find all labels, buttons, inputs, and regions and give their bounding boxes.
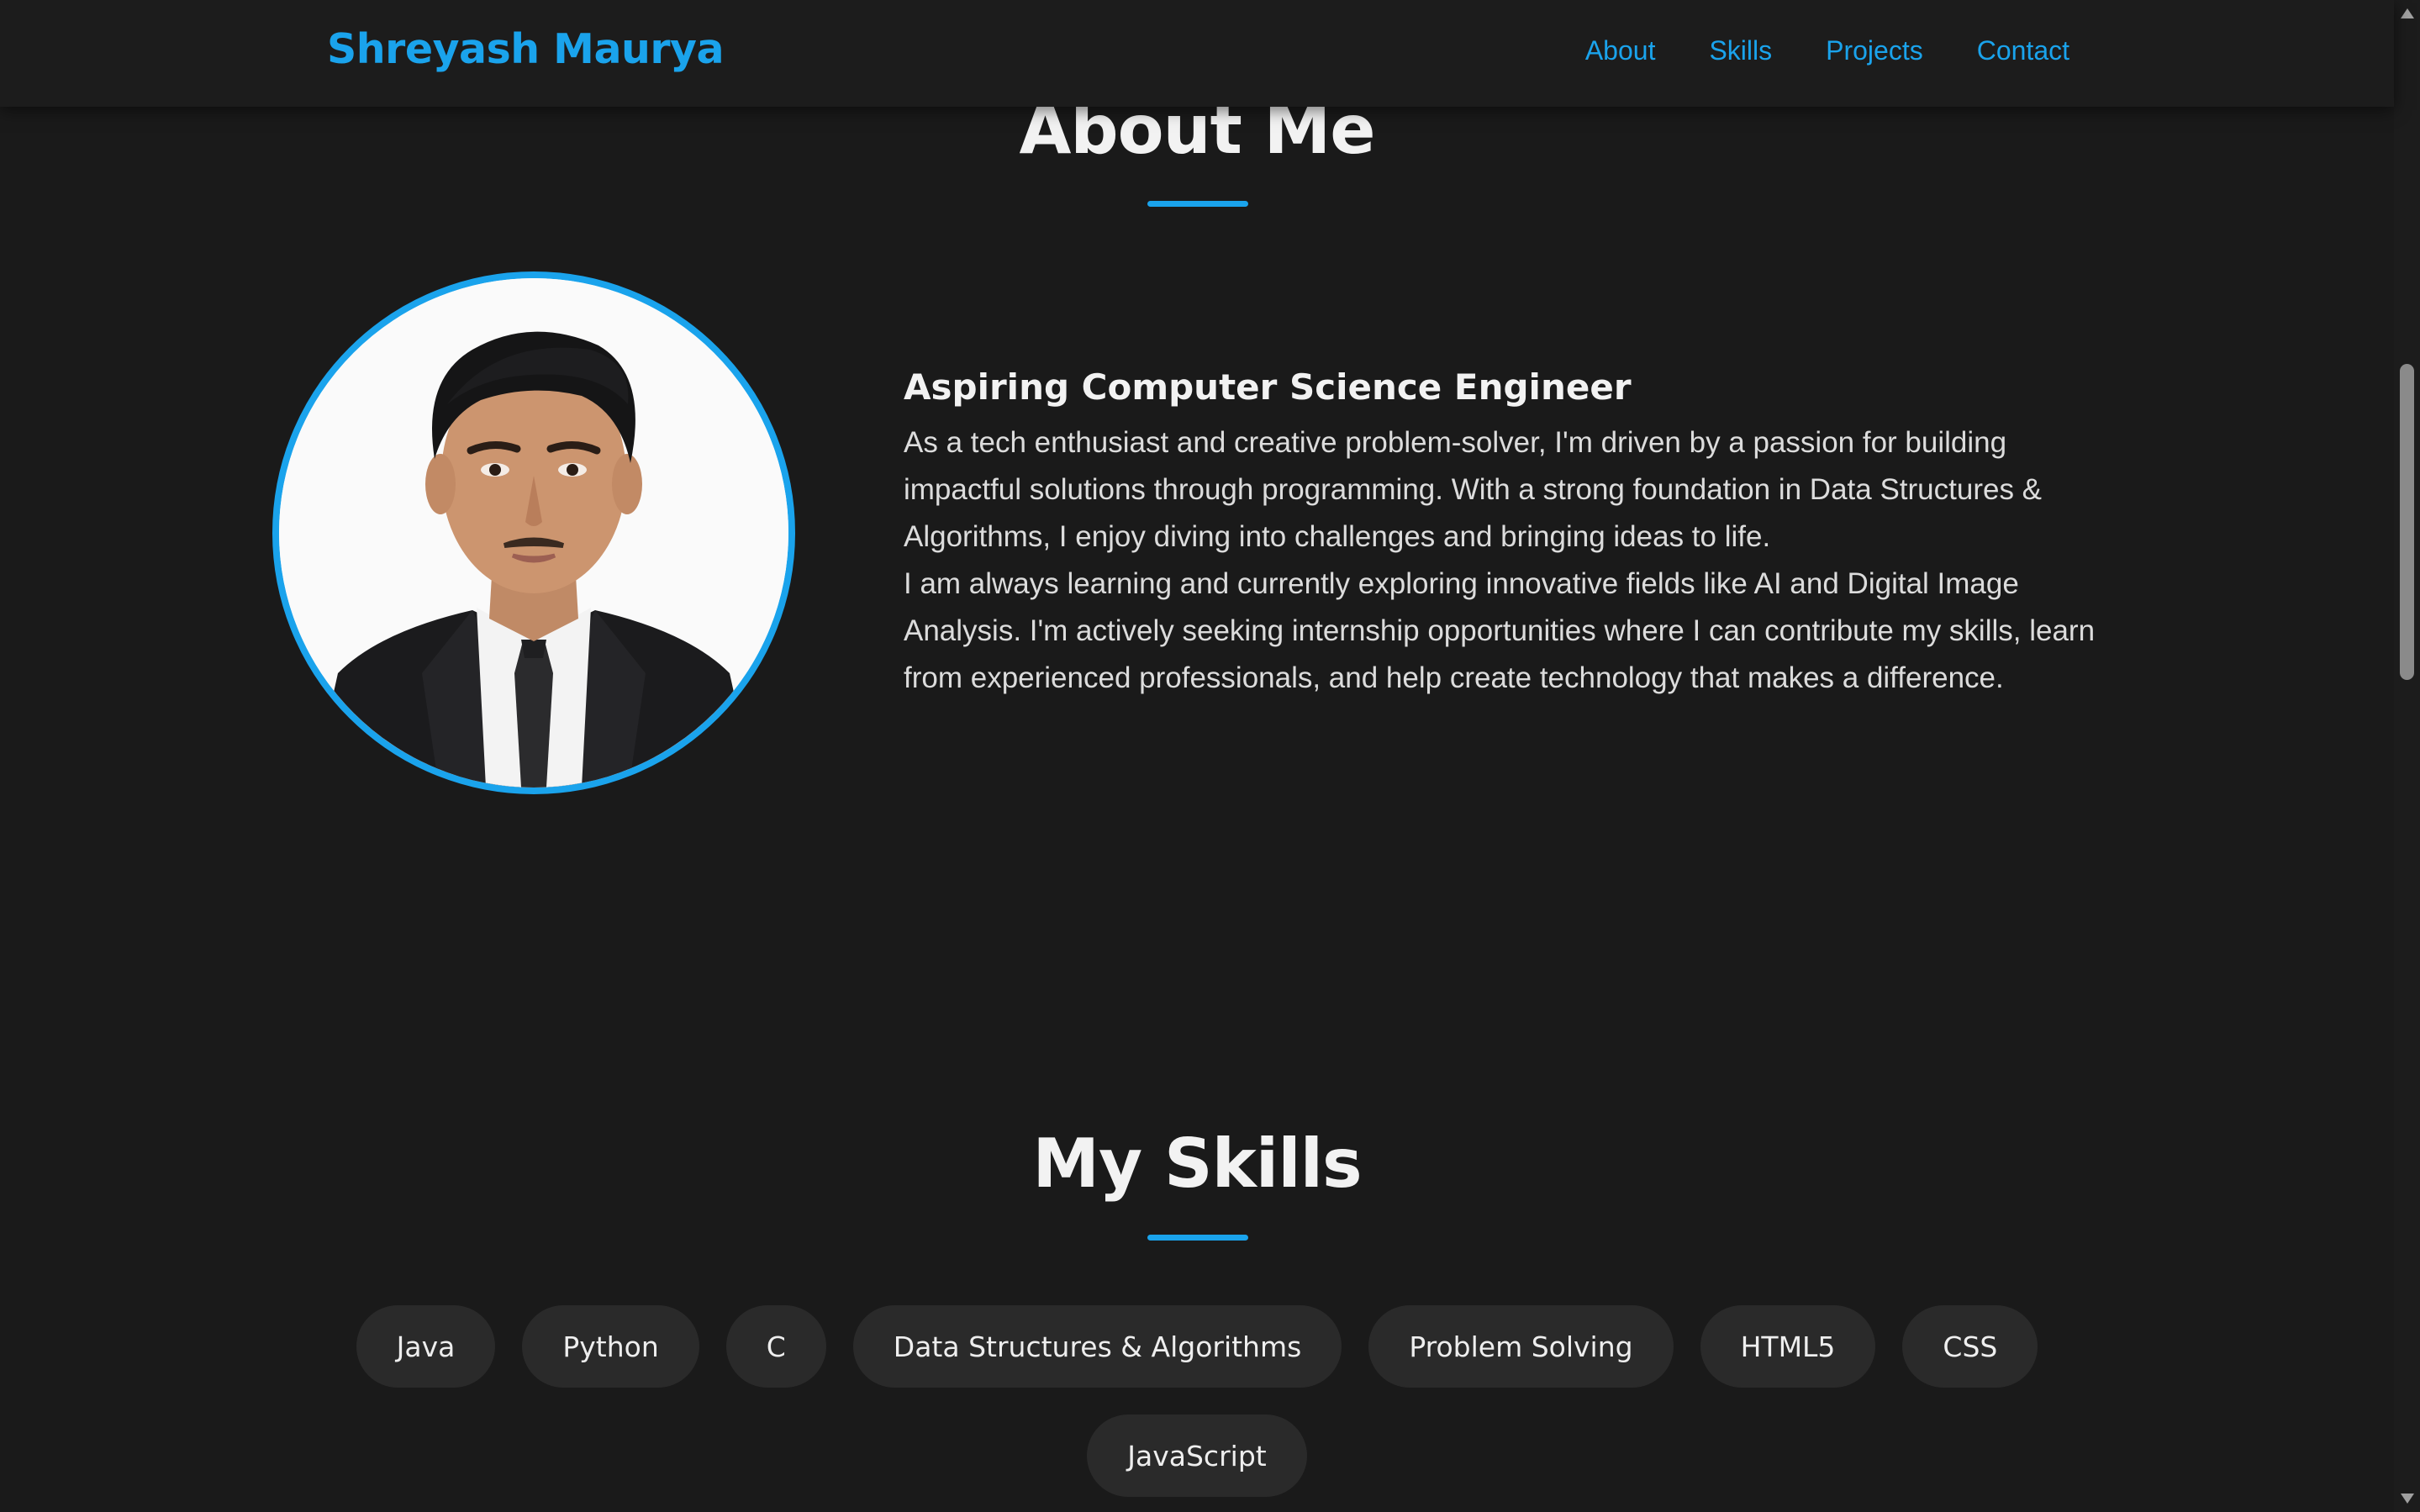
profile-photo [272, 271, 795, 794]
skill-pill-python: Python [522, 1305, 699, 1388]
top-navbar: Shreyash Maurya About Skills Projects Co… [0, 0, 2394, 107]
skill-pill-c: C [725, 1305, 826, 1388]
nav-link-contact[interactable]: Contact [1977, 35, 2069, 66]
skill-pill-css: CSS [1902, 1305, 2038, 1388]
nav-link-skills[interactable]: Skills [1709, 35, 1772, 66]
scroll-up-arrow-icon[interactable] [2401, 8, 2414, 18]
skills-section-title: My Skills [1032, 1125, 1362, 1203]
about-paragraph-1: As a tech enthusiast and creative proble… [904, 425, 2043, 553]
skill-pill-dsa: Data Structures & Algorithms [852, 1305, 1342, 1388]
nav-link-about[interactable]: About [1585, 35, 1656, 66]
about-paragraph-2: I am always learning and currently explo… [904, 566, 2096, 694]
skills-title-underline [1147, 1235, 1248, 1241]
vertical-scrollbar[interactable] [2394, 0, 2420, 1512]
nav-link-projects[interactable]: Projects [1826, 35, 1923, 66]
about-content: Aspiring Computer Science Engineer As a … [904, 365, 2114, 702]
skills-list: Java Python C Data Structures & Algorith… [319, 1305, 2075, 1497]
profile-portrait-illustration [279, 278, 788, 788]
nav-menu: About Skills Projects Contact [1585, 35, 2069, 66]
scrollbar-thumb[interactable] [2400, 364, 2414, 680]
about-title-underline [1147, 201, 1248, 207]
scroll-down-arrow-icon[interactable] [2401, 1494, 2414, 1504]
skill-pill-javascript: JavaScript [1087, 1415, 1307, 1497]
page-viewport: Shreyash Maurya About Skills Projects Co… [0, 0, 2420, 1512]
site-brand[interactable]: Shreyash Maurya [327, 25, 725, 73]
skill-pill-html5: HTML5 [1700, 1305, 1876, 1388]
skill-pill-problem-solving: Problem Solving [1368, 1305, 1674, 1388]
skill-pill-java: Java [356, 1305, 496, 1388]
about-heading: Aspiring Computer Science Engineer [904, 366, 1632, 408]
